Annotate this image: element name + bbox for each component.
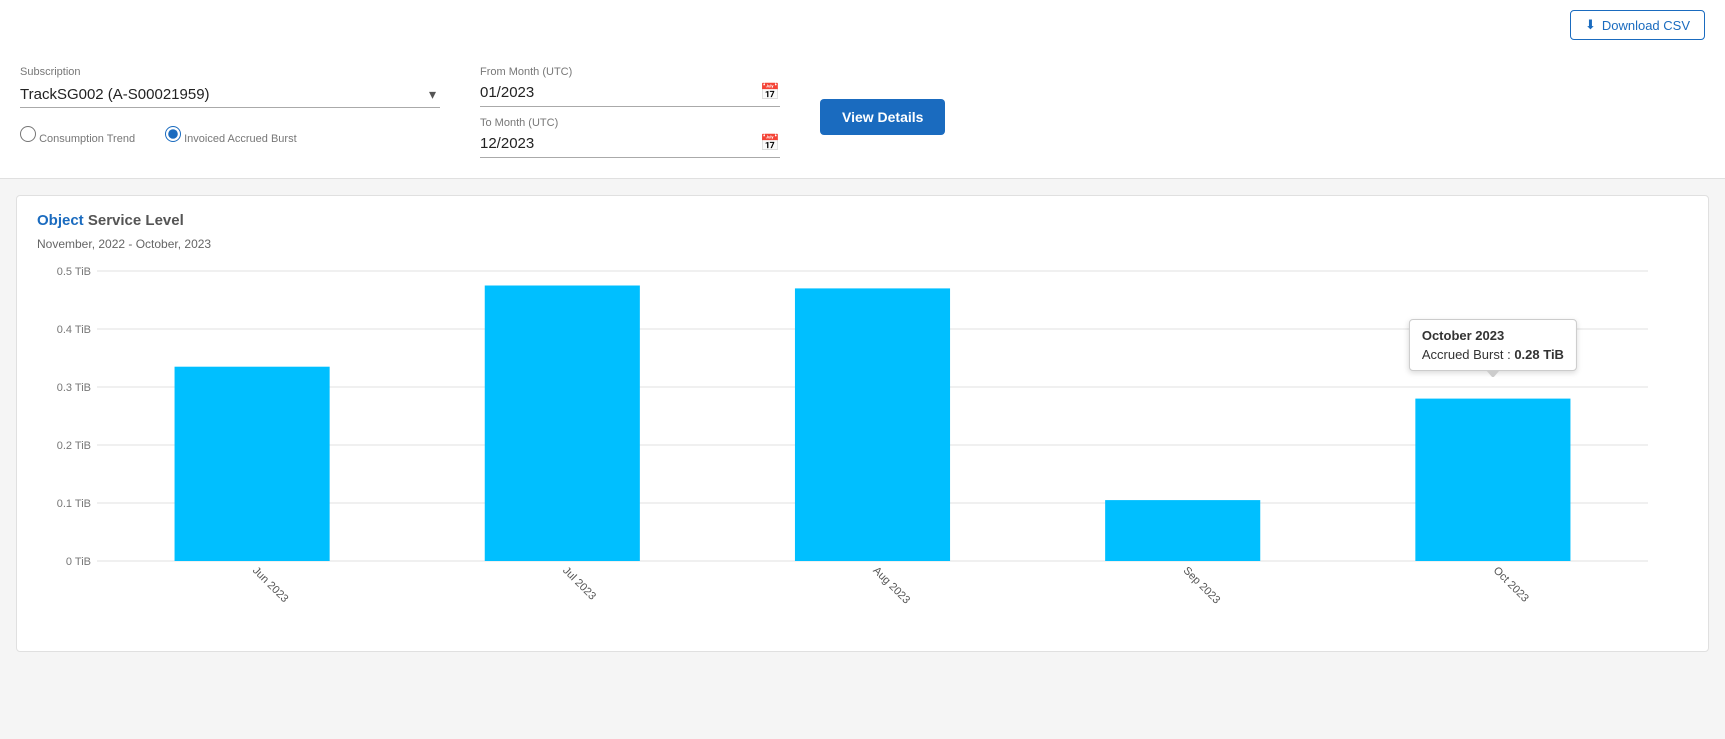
chart-container: 0 TiB 0.1 TiB 0.2 TiB 0.3 TiB 0.4 TiB 0.5 TiB…	[37, 261, 1688, 641]
to-month-calendar-icon[interactable]: 📅	[760, 133, 780, 153]
chart-title-gray: Service Level	[84, 212, 184, 229]
to-month-input[interactable]	[480, 135, 756, 152]
radio-group: Consumption Trend Invoiced Accrued Burst	[20, 126, 440, 149]
svg-text:Oct 2023: Oct 2023	[1491, 565, 1531, 605]
from-month-label: From Month (UTC)	[480, 66, 780, 78]
subscription-select-wrapper: TrackSG002 (A-S00021959)	[20, 82, 440, 108]
to-month-block: To Month (UTC) 📅	[480, 117, 780, 158]
to-month-label: To Month (UTC)	[480, 117, 780, 129]
download-icon: ⬇	[1585, 17, 1596, 33]
chart-title-blue: Object	[37, 212, 84, 229]
svg-text:0 TiB: 0 TiB	[66, 556, 91, 568]
bar-1[interactable]	[485, 286, 640, 562]
chart-date-range: November, 2022 - October, 2023	[37, 237, 1688, 251]
svg-text:Jun 2023: Jun 2023	[250, 565, 290, 605]
bar-2[interactable]	[795, 288, 950, 561]
from-month-input[interactable]	[480, 84, 756, 101]
from-month-block: From Month (UTC) 📅	[480, 66, 780, 107]
svg-text:Jul 2023: Jul 2023	[560, 565, 598, 603]
chart-title: Object Service Level	[37, 212, 1688, 229]
from-month-calendar-icon[interactable]: 📅	[760, 82, 780, 102]
top-bar: ⬇ Download CSV	[0, 0, 1725, 50]
bar-3[interactable]	[1105, 500, 1260, 561]
invoiced-accrued-burst-radio[interactable]	[165, 126, 181, 142]
svg-text:Sep 2023: Sep 2023	[1181, 565, 1223, 607]
chart-header: Object Service Level November, 2022 - Oc…	[37, 212, 1688, 251]
svg-text:0.1 TiB: 0.1 TiB	[57, 498, 91, 510]
download-csv-label: Download CSV	[1602, 18, 1690, 33]
chart-svg: 0 TiB 0.1 TiB 0.2 TiB 0.3 TiB 0.4 TiB 0.5 TiB…	[37, 261, 1688, 621]
to-month-input-row: 📅	[480, 133, 780, 158]
bar-0[interactable]	[175, 367, 330, 561]
svg-text:Aug 2023: Aug 2023	[870, 565, 912, 607]
svg-text:0.4 TiB: 0.4 TiB	[57, 324, 91, 336]
svg-text:0.2 TiB: 0.2 TiB	[57, 440, 91, 452]
consumption-trend-radio[interactable]	[20, 126, 36, 142]
invoiced-accrued-burst-radio-label[interactable]: Invoiced Accrued Burst	[165, 126, 297, 145]
date-fields: From Month (UTC) 📅 To Month (UTC) 📅	[480, 66, 780, 158]
svg-text:0.5 TiB: 0.5 TiB	[57, 266, 91, 278]
view-details-button[interactable]: View Details	[820, 99, 945, 135]
subscription-block: Subscription TrackSG002 (A-S00021959) Co…	[20, 66, 440, 149]
invoiced-accrued-burst-label: Invoiced Accrued Burst	[184, 133, 297, 145]
download-csv-button[interactable]: ⬇ Download CSV	[1570, 10, 1705, 40]
from-month-input-row: 📅	[480, 82, 780, 107]
consumption-trend-radio-label[interactable]: Consumption Trend	[20, 126, 135, 145]
chart-section: Object Service Level November, 2022 - Oc…	[16, 195, 1709, 652]
bar-4[interactable]	[1415, 399, 1570, 561]
consumption-trend-label: Consumption Trend	[39, 133, 135, 145]
svg-text:0.3 TiB: 0.3 TiB	[57, 382, 91, 394]
subscription-label: Subscription	[20, 66, 440, 78]
subscription-select[interactable]: TrackSG002 (A-S00021959)	[20, 82, 440, 108]
controls-section: Subscription TrackSG002 (A-S00021959) Co…	[0, 50, 1725, 179]
